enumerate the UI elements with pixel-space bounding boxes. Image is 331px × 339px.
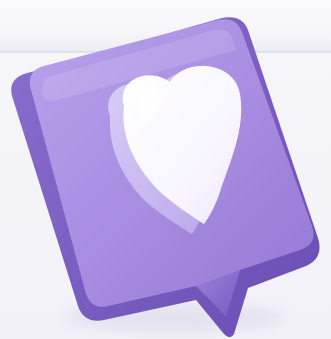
screenshot-canvas — [0, 0, 331, 339]
heart-speech-bubble-icon — [11, 17, 320, 337]
